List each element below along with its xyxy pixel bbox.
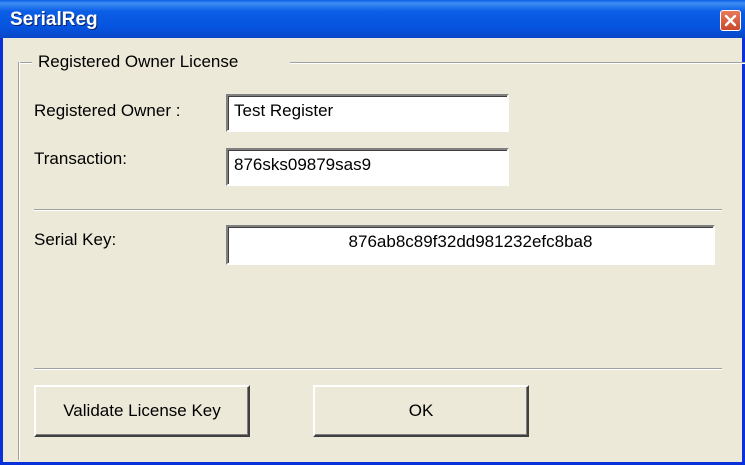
serial-key-field[interactable]: 876ab8c89f32dd981232efc8ba8 — [226, 225, 715, 265]
title-bar[interactable]: SerialReg — [0, 0, 745, 38]
close-button[interactable] — [720, 10, 741, 31]
group-frame-top-left — [18, 62, 32, 63]
registered-owner-field[interactable]: Test Register — [226, 94, 509, 132]
group-legend: Registered Owner License — [36, 52, 241, 72]
ok-button[interactable]: OK — [313, 385, 529, 437]
group-frame-left — [18, 62, 19, 460]
serial-key-label: Serial Key: — [34, 230, 117, 249]
registered-owner-label: Registered Owner : — [34, 101, 181, 120]
validate-license-key-button[interactable]: Validate License Key — [34, 385, 250, 437]
group-frame-top-right — [290, 62, 745, 63]
close-icon — [724, 14, 737, 27]
separator-bottom — [34, 368, 722, 369]
separator-top — [34, 209, 722, 210]
transaction-label: Transaction: — [34, 149, 127, 168]
transaction-field[interactable]: 876sks09879sas9 — [226, 148, 509, 186]
window-title: SerialReg — [10, 9, 98, 30]
